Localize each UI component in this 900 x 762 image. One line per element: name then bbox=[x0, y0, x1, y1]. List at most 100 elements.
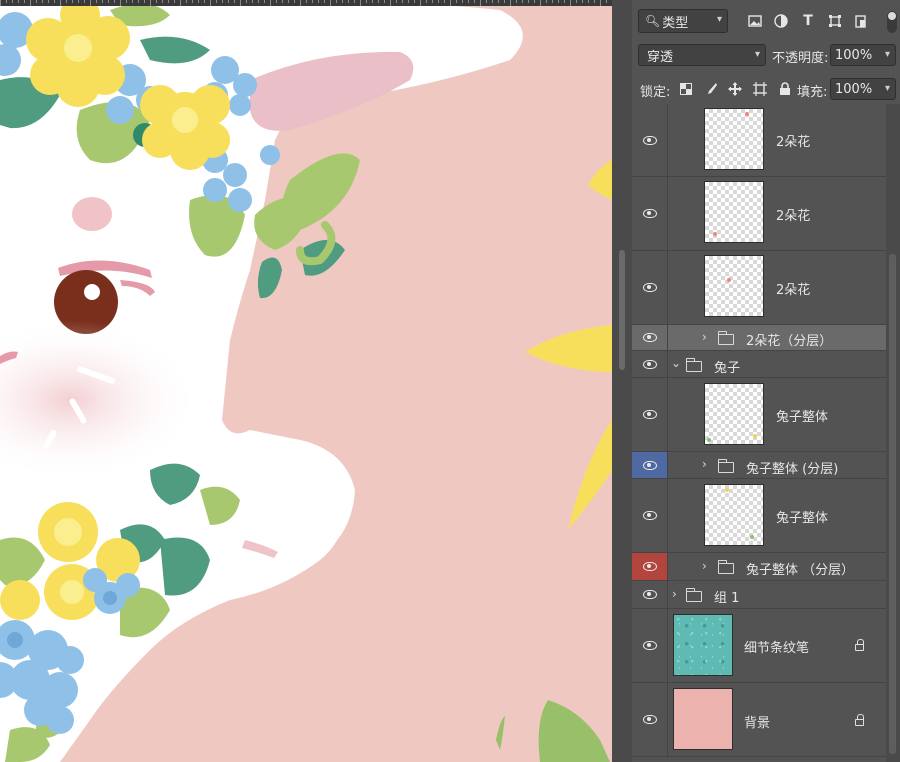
ruler-tick bbox=[438, 0, 439, 3]
layer-row[interactable]: 2朵花 bbox=[632, 251, 886, 325]
layer-group-row[interactable]: › 兔子整体 (分层) bbox=[632, 452, 886, 479]
lock-transparent-pixels-icon[interactable] bbox=[676, 79, 696, 99]
ruler-tick bbox=[282, 0, 283, 3]
chevron-down-icon: ▾ bbox=[754, 49, 760, 60]
scrollbar-thumb[interactable] bbox=[889, 254, 896, 754]
search-icon: 🔍︎ bbox=[645, 14, 661, 28]
lock-position-icon[interactable] bbox=[725, 79, 745, 99]
ruler-tick bbox=[462, 0, 463, 3]
ruler-tick bbox=[570, 0, 571, 6]
layer-group-row[interactable]: ⌄ 兔子 bbox=[632, 351, 886, 378]
opacity-field[interactable]: 100% ▾ bbox=[830, 44, 896, 66]
layer-name: 兔子整体 bbox=[776, 511, 829, 526]
lock-artboard-icon[interactable] bbox=[750, 79, 770, 99]
ruler-tick bbox=[90, 0, 91, 6]
shape-filter-icon[interactable] bbox=[825, 11, 845, 31]
layers-panel: 🔍︎ 类型 ▾ T 穿透 ▾ 不透明度: 100% ▾ 锁定: 填充: 100%… bbox=[632, 0, 900, 762]
ruler-tick bbox=[300, 0, 301, 6]
layer-group-row[interactable]: › 组 1 bbox=[632, 581, 886, 609]
canvas-scrollbar[interactable] bbox=[612, 0, 632, 762]
ruler-tick bbox=[498, 0, 499, 3]
layers-list: 2朵花 2朵花 2朵花 › 2朵花（分层） ⌄ 兔子 兔子整体 › 兔子整体 (… bbox=[632, 104, 886, 762]
ruler-tick bbox=[198, 0, 199, 3]
ruler-tick bbox=[516, 0, 517, 3]
eye-icon bbox=[642, 590, 657, 599]
ruler-tick bbox=[390, 0, 391, 6]
layer-name: 兔子 bbox=[714, 361, 741, 376]
lock-all-icon[interactable] bbox=[775, 79, 795, 99]
lock-image-pixels-icon[interactable] bbox=[701, 79, 721, 99]
visibility-toggle[interactable] bbox=[632, 378, 668, 451]
layer-row[interactable]: 细节条纹笔 bbox=[632, 609, 886, 683]
ruler-tick bbox=[294, 0, 295, 3]
ruler-tick bbox=[84, 0, 85, 3]
layer-group-row[interactable]: › 2朵花（分层） bbox=[632, 325, 886, 351]
layer-row[interactable]: 2朵花 bbox=[632, 104, 886, 177]
chevron-right-icon[interactable]: › bbox=[702, 457, 707, 471]
eye-icon bbox=[642, 511, 657, 520]
ruler-tick bbox=[540, 0, 541, 6]
visibility-toggle[interactable] bbox=[632, 553, 668, 580]
chevron-right-icon[interactable]: › bbox=[702, 559, 707, 573]
ruler-tick bbox=[6, 0, 7, 3]
ruler-tick bbox=[288, 0, 289, 3]
text-filter-icon[interactable]: T bbox=[798, 11, 818, 31]
layers-scrollbar[interactable] bbox=[886, 104, 900, 762]
filter-kind-select[interactable]: 🔍︎ 类型 ▾ bbox=[638, 9, 728, 33]
ruler-tick bbox=[360, 0, 361, 6]
ruler-tick bbox=[486, 0, 487, 3]
layer-name: 兔子整体 bbox=[776, 410, 829, 425]
ruler-tick bbox=[0, 0, 1, 6]
chevron-right-icon[interactable]: › bbox=[672, 587, 677, 601]
blend-mode-select[interactable]: 穿透 ▾ bbox=[638, 44, 766, 66]
folder-icon bbox=[685, 588, 702, 602]
ruler-tick bbox=[432, 0, 433, 3]
ruler-tick bbox=[66, 0, 67, 3]
visibility-toggle[interactable] bbox=[632, 581, 668, 608]
eye-icon bbox=[642, 460, 657, 470]
filter-toggle-switch[interactable] bbox=[887, 11, 897, 33]
ruler-tick bbox=[216, 0, 217, 3]
layer-row[interactable]: 背景 bbox=[632, 683, 886, 757]
image-filter-icon[interactable] bbox=[745, 11, 765, 31]
ruler-tick bbox=[96, 0, 97, 3]
adjustment-filter-icon[interactable] bbox=[771, 11, 791, 31]
ruler-tick bbox=[546, 0, 547, 3]
layer-row[interactable]: 兔子整体 bbox=[632, 378, 886, 452]
fill-field[interactable]: 100% ▾ bbox=[830, 78, 896, 100]
chevron-down-icon: ▾ bbox=[884, 49, 890, 60]
opacity-value: 100% bbox=[835, 47, 873, 63]
chevron-right-icon[interactable]: › bbox=[702, 330, 707, 344]
ruler-tick bbox=[108, 0, 109, 3]
visibility-toggle[interactable] bbox=[632, 325, 668, 350]
layer-row[interactable]: 兔子整体 bbox=[632, 479, 886, 553]
scrollbar-thumb[interactable] bbox=[619, 250, 625, 370]
ruler-tick bbox=[306, 0, 307, 3]
layer-filter-row: 🔍︎ 类型 ▾ T bbox=[632, 6, 900, 36]
ruler-tick bbox=[168, 0, 169, 3]
ruler-tick bbox=[18, 0, 19, 3]
visibility-toggle[interactable] bbox=[632, 104, 668, 176]
smart-object-filter-icon[interactable] bbox=[851, 11, 871, 31]
visibility-toggle[interactable] bbox=[632, 351, 668, 377]
eye-icon bbox=[642, 135, 657, 145]
ruler-tick bbox=[36, 0, 37, 3]
layer-thumbnail bbox=[704, 181, 764, 243]
visibility-toggle[interactable] bbox=[632, 683, 668, 756]
ruler-tick bbox=[534, 0, 535, 3]
ruler-tick bbox=[456, 0, 457, 3]
ruler-tick bbox=[402, 0, 403, 3]
chevron-down-icon[interactable]: ⌄ bbox=[671, 356, 681, 370]
visibility-toggle[interactable] bbox=[632, 479, 668, 552]
ruler-tick bbox=[312, 0, 313, 3]
visibility-toggle[interactable] bbox=[632, 609, 668, 682]
visibility-toggle[interactable] bbox=[632, 251, 668, 324]
visibility-toggle[interactable] bbox=[632, 177, 668, 250]
document-canvas[interactable] bbox=[0, 0, 612, 762]
layer-row[interactable]: 2朵花 bbox=[632, 177, 886, 251]
ruler-tick bbox=[588, 0, 589, 3]
layer-group-row[interactable]: › 兔子整体 （分层） bbox=[632, 553, 886, 581]
visibility-toggle[interactable] bbox=[632, 452, 668, 478]
folder-open-icon bbox=[685, 358, 702, 372]
ruler-tick bbox=[240, 0, 241, 6]
